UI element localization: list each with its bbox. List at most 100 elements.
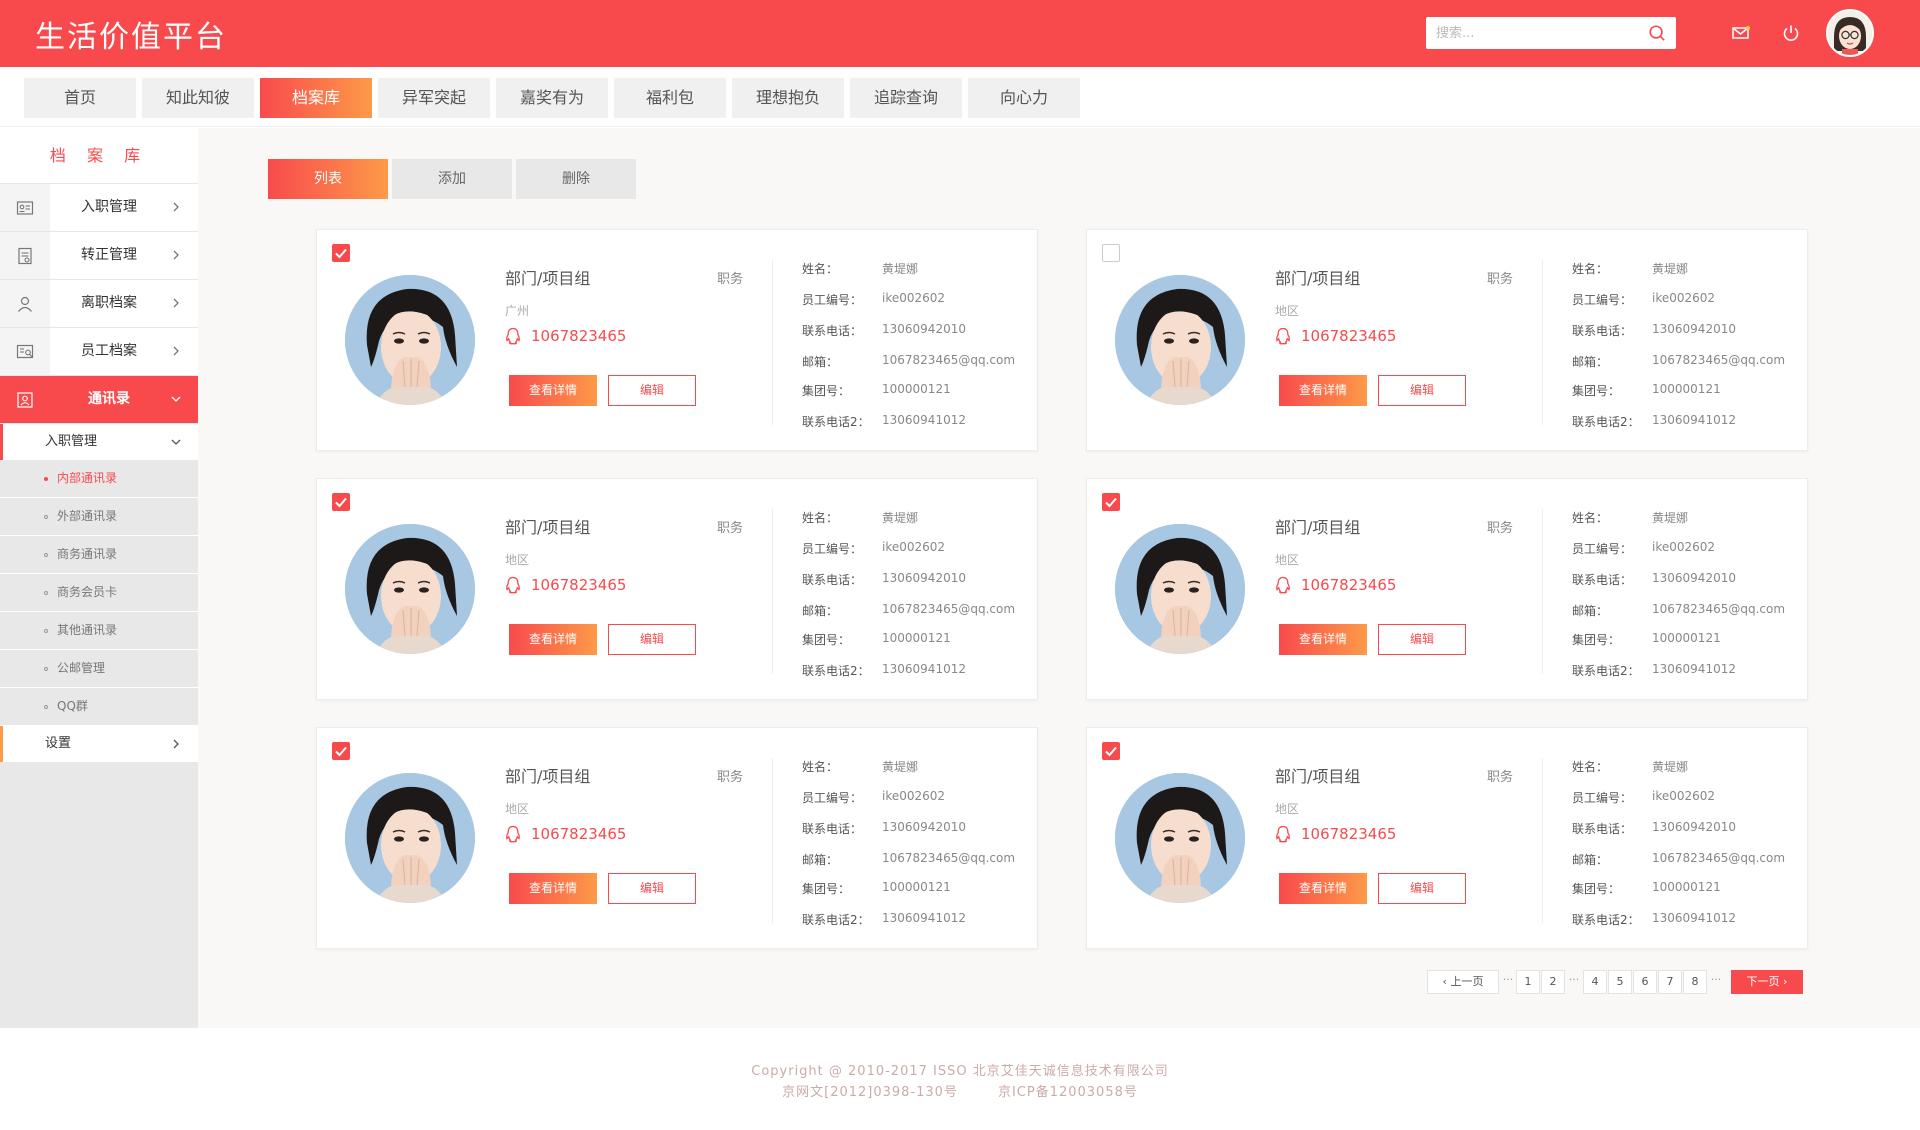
pagination-ellipsis: ··· (1502, 973, 1514, 986)
info-label: 姓名： (1572, 262, 1609, 276)
sidebar-item-resignation[interactable]: 离职档案 (0, 280, 198, 328)
mail-icon[interactable] (1731, 23, 1751, 43)
sidebar-item-employee-archive[interactable]: 员工档案 (0, 328, 198, 376)
select-checkbox[interactable] (1102, 742, 1120, 760)
role-label: 职务 (717, 521, 744, 536)
nav-tab-knowledge[interactable]: 知此知彼 (142, 78, 254, 118)
info-value: 13060942010 (882, 820, 966, 834)
select-checkbox[interactable] (332, 493, 350, 511)
nav-tab-awards[interactable]: 嘉奖有为 (496, 78, 608, 118)
prev-page-button[interactable]: ‹ 上一页 (1427, 970, 1499, 994)
nav-tab-tracking[interactable]: 追踪查询 (850, 78, 962, 118)
view-detail-button[interactable]: 查看详情 (1279, 624, 1367, 655)
select-checkbox[interactable] (332, 742, 350, 760)
power-icon[interactable] (1781, 23, 1801, 43)
add-button[interactable]: 添加 (392, 159, 512, 199)
sidebar-subitem-member-card[interactable]: 商务会员卡 (0, 574, 198, 612)
nav-tab-archive[interactable]: 档案库 (260, 78, 372, 118)
select-checkbox[interactable] (1102, 244, 1120, 262)
department-label: 部门/项目组 (1275, 518, 1361, 537)
qq-icon (1275, 825, 1291, 843)
sidebar-item-regularization[interactable]: 转正管理 (0, 232, 198, 280)
department-label: 部门/项目组 (1275, 269, 1361, 288)
bullet-icon (44, 477, 48, 481)
sidebar: 档 案 库 入职管理 转正管理 离职档案 员工档案 通讯录 入职管理 内部通讯录… (0, 128, 198, 1028)
employee-photo (345, 773, 475, 903)
edit-button[interactable]: 编辑 (1378, 873, 1466, 904)
info-label: 姓名： (1572, 511, 1609, 525)
page-button[interactable]: 6 (1633, 970, 1657, 994)
employee-photo (345, 524, 475, 654)
info-label: 联系电话2： (802, 664, 870, 678)
next-page-button[interactable]: 下一页 › (1731, 970, 1803, 994)
department-label: 部门/项目组 (1275, 767, 1361, 786)
view-detail-button[interactable]: 查看详情 (1279, 873, 1367, 904)
sidebar-item-contacts[interactable]: 通讯录 (0, 376, 198, 424)
list-button[interactable]: 列表 (268, 159, 388, 199)
divider (1542, 260, 1543, 425)
view-detail-button[interactable]: 查看详情 (509, 624, 597, 655)
location-label: 广州 (505, 304, 530, 318)
sidebar-subitem-qq-group[interactable]: QQ群 (0, 688, 198, 726)
sidebar-subitem-external-contacts[interactable]: 外部通讯录 (0, 498, 198, 536)
info-value: 13060942010 (882, 571, 966, 585)
page-button[interactable]: 5 (1608, 970, 1632, 994)
view-detail-button[interactable]: 查看详情 (1279, 375, 1367, 406)
document-icon (0, 232, 50, 279)
employee-photo (1115, 773, 1245, 903)
info-value: 13060941012 (1652, 413, 1736, 427)
nav-tab-cohesion[interactable]: 向心力 (968, 78, 1080, 118)
contacts-icon (0, 376, 50, 423)
delete-button[interactable]: 删除 (516, 159, 636, 199)
page-button[interactable]: 8 (1683, 970, 1707, 994)
info-value: 1067823465@qq.com (1652, 602, 1786, 616)
info-label: 员工编号： (1572, 293, 1633, 307)
select-checkbox[interactable] (332, 244, 350, 262)
edit-button[interactable]: 编辑 (608, 873, 696, 904)
role-label: 职务 (717, 272, 744, 287)
edit-button[interactable]: 编辑 (1378, 375, 1466, 406)
nav-tab-rising[interactable]: 异军突起 (378, 78, 490, 118)
chevron-right-icon (173, 250, 179, 260)
view-detail-button[interactable]: 查看详情 (509, 873, 597, 904)
edit-button[interactable]: 编辑 (608, 624, 696, 655)
info-label: 集团号： (1572, 882, 1621, 896)
sidebar-subitem-other-contacts[interactable]: 其他通讯录 (0, 612, 198, 650)
info-value: 1067823465@qq.com (882, 851, 1016, 865)
qq-icon (1275, 327, 1291, 345)
qq-icon (1275, 576, 1291, 594)
page-button[interactable]: 2 (1541, 970, 1565, 994)
edit-button[interactable]: 编辑 (608, 375, 696, 406)
sidebar-subitem-internal-contacts[interactable]: 内部通讯录 (0, 460, 198, 498)
page-button[interactable]: 1 (1516, 970, 1540, 994)
sidebar-subgroup-onboarding[interactable]: 入职管理 (0, 424, 198, 460)
edit-button[interactable]: 编辑 (1378, 624, 1466, 655)
search-input[interactable] (1436, 17, 1636, 49)
bullet-icon (44, 591, 48, 595)
divider (772, 758, 773, 923)
bullet-icon (44, 629, 48, 633)
select-checkbox[interactable] (1102, 493, 1120, 511)
info-value: 13060941012 (1652, 662, 1736, 676)
sidebar-item-onboarding[interactable]: 入职管理 (0, 184, 198, 232)
sidebar-subitem-public-mail[interactable]: 公邮管理 (0, 650, 198, 688)
location-label: 地区 (1275, 802, 1300, 816)
search-icon[interactable] (1648, 24, 1666, 42)
user-icon (0, 280, 50, 327)
nav-tab-ambition[interactable]: 理想抱负 (732, 78, 844, 118)
employee-photo (1115, 275, 1245, 405)
search-box[interactable] (1426, 17, 1676, 49)
page-button[interactable]: 4 (1583, 970, 1607, 994)
info-label: 联系电话： (1572, 822, 1633, 836)
sidebar-item-settings[interactable]: 设置 (0, 726, 198, 762)
chevron-right-icon: › (1779, 975, 1788, 988)
nav-tab-welfare[interactable]: 福利包 (614, 78, 726, 118)
info-label: 联系电话： (1572, 324, 1633, 338)
info-value: 13060941012 (882, 662, 966, 676)
page-button[interactable]: 7 (1658, 970, 1682, 994)
nav-tab-home[interactable]: 首页 (24, 78, 136, 118)
user-avatar[interactable] (1826, 9, 1874, 57)
sidebar-subitem-business-contacts[interactable]: 商务通讯录 (0, 536, 198, 574)
info-value: 13060941012 (882, 911, 966, 925)
view-detail-button[interactable]: 查看详情 (509, 375, 597, 406)
